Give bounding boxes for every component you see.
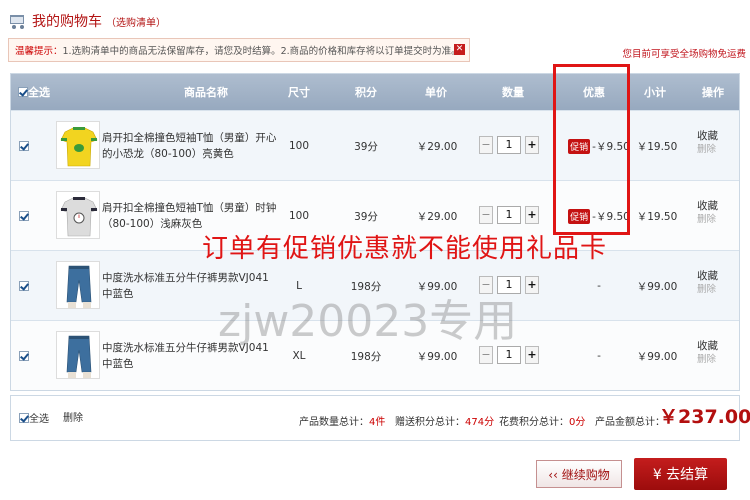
quantity-input[interactable]: 1 <box>497 206 521 224</box>
row-actions: 收藏 删除 <box>697 129 737 157</box>
gift-points-value: 474分 <box>465 417 495 428</box>
row-actions: 收藏 删除 <box>697 339 737 367</box>
row-actions: 收藏 删除 <box>697 199 737 227</box>
denim-shorts-image <box>66 335 92 378</box>
row-checkbox[interactable] <box>19 141 29 151</box>
shopping-cart-icon <box>8 13 26 29</box>
cart-summary-bar: 全选 删除 产品数量总计：4件 赠送积分总计：474分 花费积分总计：0分 产品… <box>10 395 750 441</box>
row-checkbox[interactable] <box>19 351 29 361</box>
product-name[interactable]: 肩开扣全棉撞色短袖T恤（男童）开心的小恐龙（80-100）亮黄色 <box>102 130 277 162</box>
select-all-checkbox[interactable] <box>18 87 28 97</box>
product-count-value: 4件 <box>369 417 386 428</box>
yellow-tshirt-image <box>60 127 98 167</box>
increase-quantity-button[interactable]: + <box>525 136 539 154</box>
product-count-label: 产品数量总计： <box>299 417 369 428</box>
delete-link[interactable]: 删除 <box>697 353 737 367</box>
warm-tip-notice: 温馨提示： 1.选购清单中的商品无法保留库存，请您及时结算。2.商品的价格和库存… <box>8 38 470 62</box>
product-thumbnail[interactable] <box>56 191 100 239</box>
header-subtotal: 小计 <box>644 86 666 99</box>
cart-header: 我的购物车 （选购清单） <box>8 10 166 32</box>
header-select-all-label: 全选 <box>28 86 50 99</box>
footer-select-all-label: 全选 <box>29 414 49 425</box>
product-subtotal: ￥19.50 <box>636 140 678 153</box>
amount-total-value: ￥237.00 <box>659 406 750 428</box>
increase-quantity-button[interactable]: + <box>525 206 539 224</box>
increase-quantity-button[interactable]: + <box>525 346 539 364</box>
favorite-link[interactable]: 收藏 <box>697 199 737 213</box>
increase-quantity-button[interactable]: + <box>525 276 539 294</box>
favorite-link[interactable]: 收藏 <box>697 269 737 283</box>
delete-link[interactable]: 删除 <box>697 143 737 157</box>
header-quantity: 数量 <box>502 86 524 99</box>
spent-points-total: 花费积分总计：0分 <box>499 413 585 428</box>
header-select-all[interactable]: 全选 <box>18 84 50 100</box>
delete-link[interactable]: 删除 <box>697 213 737 227</box>
header-points: 积分 <box>355 86 377 99</box>
delete-link[interactable]: 删除 <box>697 283 737 297</box>
row-checkbox[interactable] <box>19 211 29 221</box>
decrease-quantity-button[interactable]: − <box>479 136 493 154</box>
quantity-stepper: − 1 + <box>479 136 539 154</box>
denim-shorts-image <box>66 265 92 308</box>
spent-points-label: 花费积分总计： <box>499 417 569 428</box>
product-count-total: 产品数量总计：4件 <box>299 413 385 428</box>
favorite-link[interactable]: 收藏 <box>697 339 737 353</box>
grey-tshirt-image <box>60 197 98 237</box>
watermark-text: zjw20023专用 <box>218 296 518 347</box>
footer-select-all-checkbox[interactable] <box>19 412 29 423</box>
header-product-name: 商品名称 <box>184 86 228 99</box>
product-discount: - <box>597 350 601 362</box>
product-thumbnail[interactable] <box>56 331 100 379</box>
page-subtitle: （选购清单） <box>106 17 166 29</box>
quantity-stepper: − 1 + <box>479 206 539 224</box>
product-unit-price: ￥29.00 <box>416 140 458 153</box>
annotation-note: 订单有促销优惠就不能使用礼品卡 <box>202 234 608 264</box>
checkout-button[interactable]: ¥ 去结算 <box>634 458 727 490</box>
decrease-quantity-button[interactable]: − <box>479 206 493 224</box>
quantity-input[interactable]: 1 <box>497 136 521 154</box>
close-icon[interactable]: ✕ <box>454 44 465 55</box>
free-shipping-notice: 您目前可享受全场购物免运费 <box>622 49 746 60</box>
product-subtotal: ￥99.00 <box>636 350 678 363</box>
product-thumbnail[interactable] <box>56 261 100 309</box>
row-actions: 收藏 删除 <box>697 269 737 297</box>
spent-points-value: 0分 <box>569 417 586 428</box>
continue-shopping-button[interactable]: ‹‹ 继续购物 <box>536 460 622 488</box>
notice-text: 1.选购清单中的商品无法保留库存，请您及时结算。2.商品的价格和库存将以订单提交… <box>62 46 461 57</box>
favorite-link[interactable]: 收藏 <box>697 129 737 143</box>
amount-total-label: 产品金额总计： <box>595 417 665 428</box>
header-size: 尺寸 <box>288 86 310 99</box>
gift-points-label: 赠送积分总计： <box>395 417 465 428</box>
gift-points-total: 赠送积分总计：474分 <box>395 413 494 428</box>
header-actions: 操作 <box>702 86 724 99</box>
product-subtotal: ￥99.00 <box>636 280 678 293</box>
page-title: 我的购物车 <box>32 14 102 30</box>
footer-select-all[interactable]: 全选 <box>19 410 49 425</box>
discount-highlight-box <box>553 64 630 235</box>
row-checkbox[interactable] <box>19 281 29 291</box>
product-subtotal: ￥19.50 <box>636 210 678 223</box>
footer-delete-link[interactable]: 删除 <box>63 409 83 424</box>
notice-label: 温馨提示： <box>15 46 63 57</box>
product-size: 100 <box>288 140 310 152</box>
header-unit-price: 单价 <box>425 86 447 99</box>
product-thumbnail[interactable] <box>56 121 100 169</box>
product-points: 39分 <box>354 140 378 153</box>
